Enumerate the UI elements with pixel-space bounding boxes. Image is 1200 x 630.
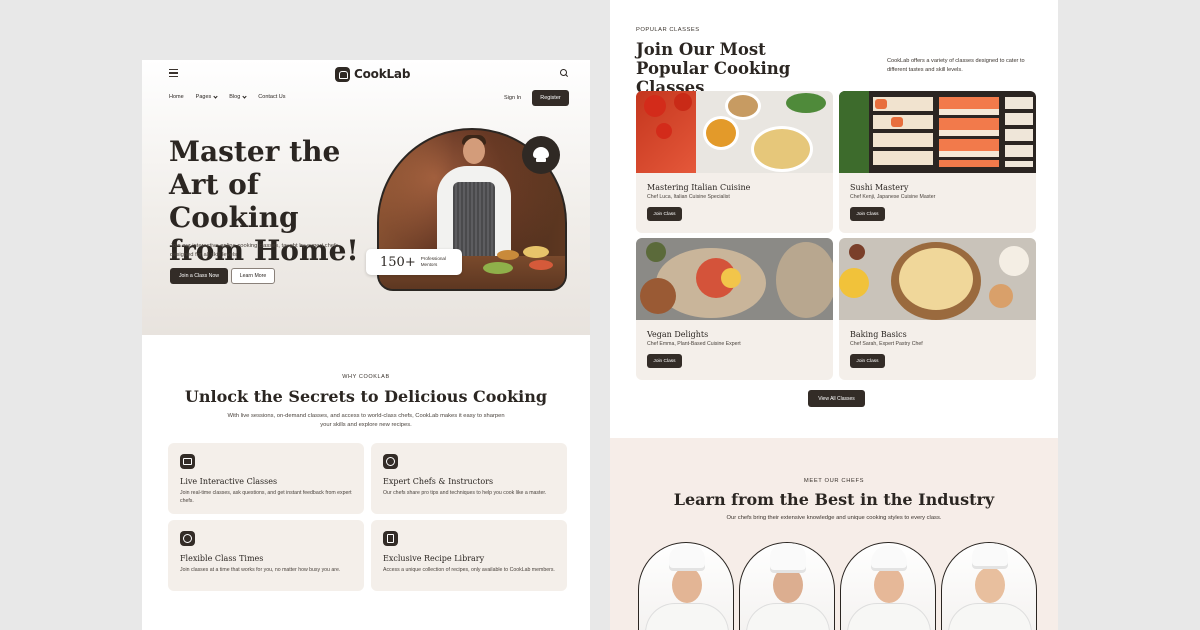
class-image-baking (839, 238, 1036, 320)
chef-hat-badge-icon (522, 136, 560, 174)
brand-logo[interactable]: CookLab (335, 65, 410, 83)
register-button[interactable]: Register (532, 90, 569, 106)
join-class-now-button[interactable]: Join a Class Now (170, 268, 228, 284)
popular-side-text: CookLab offers a variety of classes desi… (887, 58, 1025, 73)
class-image-italian (636, 91, 833, 173)
class-chef: Chef Kenji, Japanese Cuisine Master (850, 194, 936, 200)
feature-desc: Join real-time classes, ask questions, a… (180, 490, 352, 504)
class-name: Sushi Mastery (850, 183, 909, 192)
feature-desc: Join classes at a time that works for yo… (180, 567, 341, 573)
feature-title: Expert Chefs & Instructors (383, 477, 494, 486)
popular-title: Join Our Most Popular Cooking Classes (636, 40, 791, 97)
join-class-button[interactable]: Join Class (850, 354, 885, 368)
main-nav: Home Pages Blog Contact Us (169, 93, 286, 100)
chef-hat-icon (335, 66, 350, 82)
feature-card-recipe-library: Exclusive Recipe Library Access a unique… (371, 520, 567, 591)
stat-label: Professional Mentors (420, 256, 446, 267)
chef-portrait (638, 542, 734, 630)
class-chef: Chef Sarah, Expert Pastry Chef (850, 341, 923, 347)
class-card-italian[interactable]: Mastering Italian Cuisine Chef Luca, Ita… (636, 91, 833, 233)
stat-number: 150+ (380, 254, 416, 270)
mentors-stat-card: 150+ Professional Mentors (366, 249, 462, 275)
chef-portrait (840, 542, 936, 630)
landing-page-left: CookLab Home Pages Blog Contact Us Sign … (142, 60, 590, 630)
chevron-down-icon (213, 93, 218, 99)
feature-desc: Our chefs share pro tips and techniques … (383, 490, 547, 496)
class-image-vegan (636, 238, 833, 320)
search-icon[interactable] (560, 69, 568, 77)
nav-label: Blog (229, 94, 241, 100)
feature-card-expert-chefs: Expert Chefs & Instructors Our chefs sha… (371, 443, 567, 514)
nav-label: Contact Us (258, 94, 286, 100)
recipe-book-icon (383, 531, 398, 546)
nav-item-home[interactable]: Home (169, 94, 184, 100)
why-subtitle: With live sessions, on-demand classes, a… (227, 413, 505, 428)
popular-kicker: POPULAR CLASSES (636, 27, 700, 33)
feature-desc: Access a unique collection of recipes, o… (383, 567, 555, 573)
nav-label: Pages (195, 94, 212, 100)
class-card-baking[interactable]: Baking Basics Chef Sarah, Expert Pastry … (839, 238, 1036, 380)
hamburger-menu-icon[interactable] (169, 69, 178, 77)
nav-item-pages[interactable]: Pages (195, 93, 218, 100)
why-kicker: WHY COOKLAB (342, 374, 390, 380)
hero-subtitle: Join our interactive online cooking clas… (170, 243, 341, 258)
meet-chefs-section: MEET OUR CHEFS Learn from the Best in th… (610, 438, 1058, 630)
chefs-subtitle: Our chefs bring their extensive knowledg… (726, 515, 942, 521)
join-class-button[interactable]: Join Class (850, 207, 885, 221)
class-image-sushi (839, 91, 1036, 173)
feature-title: Flexible Class Times (180, 554, 264, 563)
top-bar: CookLab (142, 60, 590, 88)
nav-item-blog[interactable]: Blog (229, 93, 247, 100)
landing-page-right: POPULAR CLASSES Join Our Most Popular Co… (610, 0, 1058, 630)
chef-badge-icon (383, 454, 398, 469)
join-class-button[interactable]: Join Class (647, 207, 682, 221)
class-name: Vegan Delights (647, 330, 709, 339)
nav-label: Home (169, 94, 184, 100)
chevron-down-icon (242, 93, 247, 99)
chef-portrait (941, 542, 1037, 630)
class-name: Baking Basics (850, 330, 907, 339)
why-title: Unlock the Secrets to Delicious Cooking (184, 387, 548, 406)
feature-title: Exclusive Recipe Library (383, 554, 485, 563)
feature-card-live-classes: Live Interactive Classes Join real-time … (168, 443, 364, 514)
nav-item-contact[interactable]: Contact Us (258, 94, 285, 100)
video-play-icon (180, 454, 195, 469)
view-all-classes-button[interactable]: View All Classes (808, 390, 865, 407)
chefs-kicker: MEET OUR CHEFS (803, 478, 865, 484)
feature-card-flexible-times: Flexible Class Times Join classes at a t… (168, 520, 364, 591)
class-name: Mastering Italian Cuisine (647, 183, 751, 192)
class-card-vegan[interactable]: Vegan Delights Chef Emma, Plant-Based Cu… (636, 238, 833, 380)
chefs-title: Learn from the Best in the Industry (673, 490, 995, 509)
sign-in-link[interactable]: Sign In (504, 95, 521, 101)
join-class-button[interactable]: Join Class (647, 354, 682, 368)
class-card-sushi[interactable]: Sushi Mastery Chef Kenji, Japanese Cuisi… (839, 91, 1036, 233)
clock-icon (180, 531, 195, 546)
class-chef: Chef Emma, Plant-Based Cuisine Expert (647, 341, 741, 347)
logo-text: CookLab (354, 67, 411, 81)
class-chef: Chef Luca, Italian Cuisine Specialist (647, 194, 730, 200)
chef-portrait (739, 542, 835, 630)
feature-title: Live Interactive Classes (180, 477, 278, 486)
learn-more-button[interactable]: Learn More (231, 268, 275, 284)
